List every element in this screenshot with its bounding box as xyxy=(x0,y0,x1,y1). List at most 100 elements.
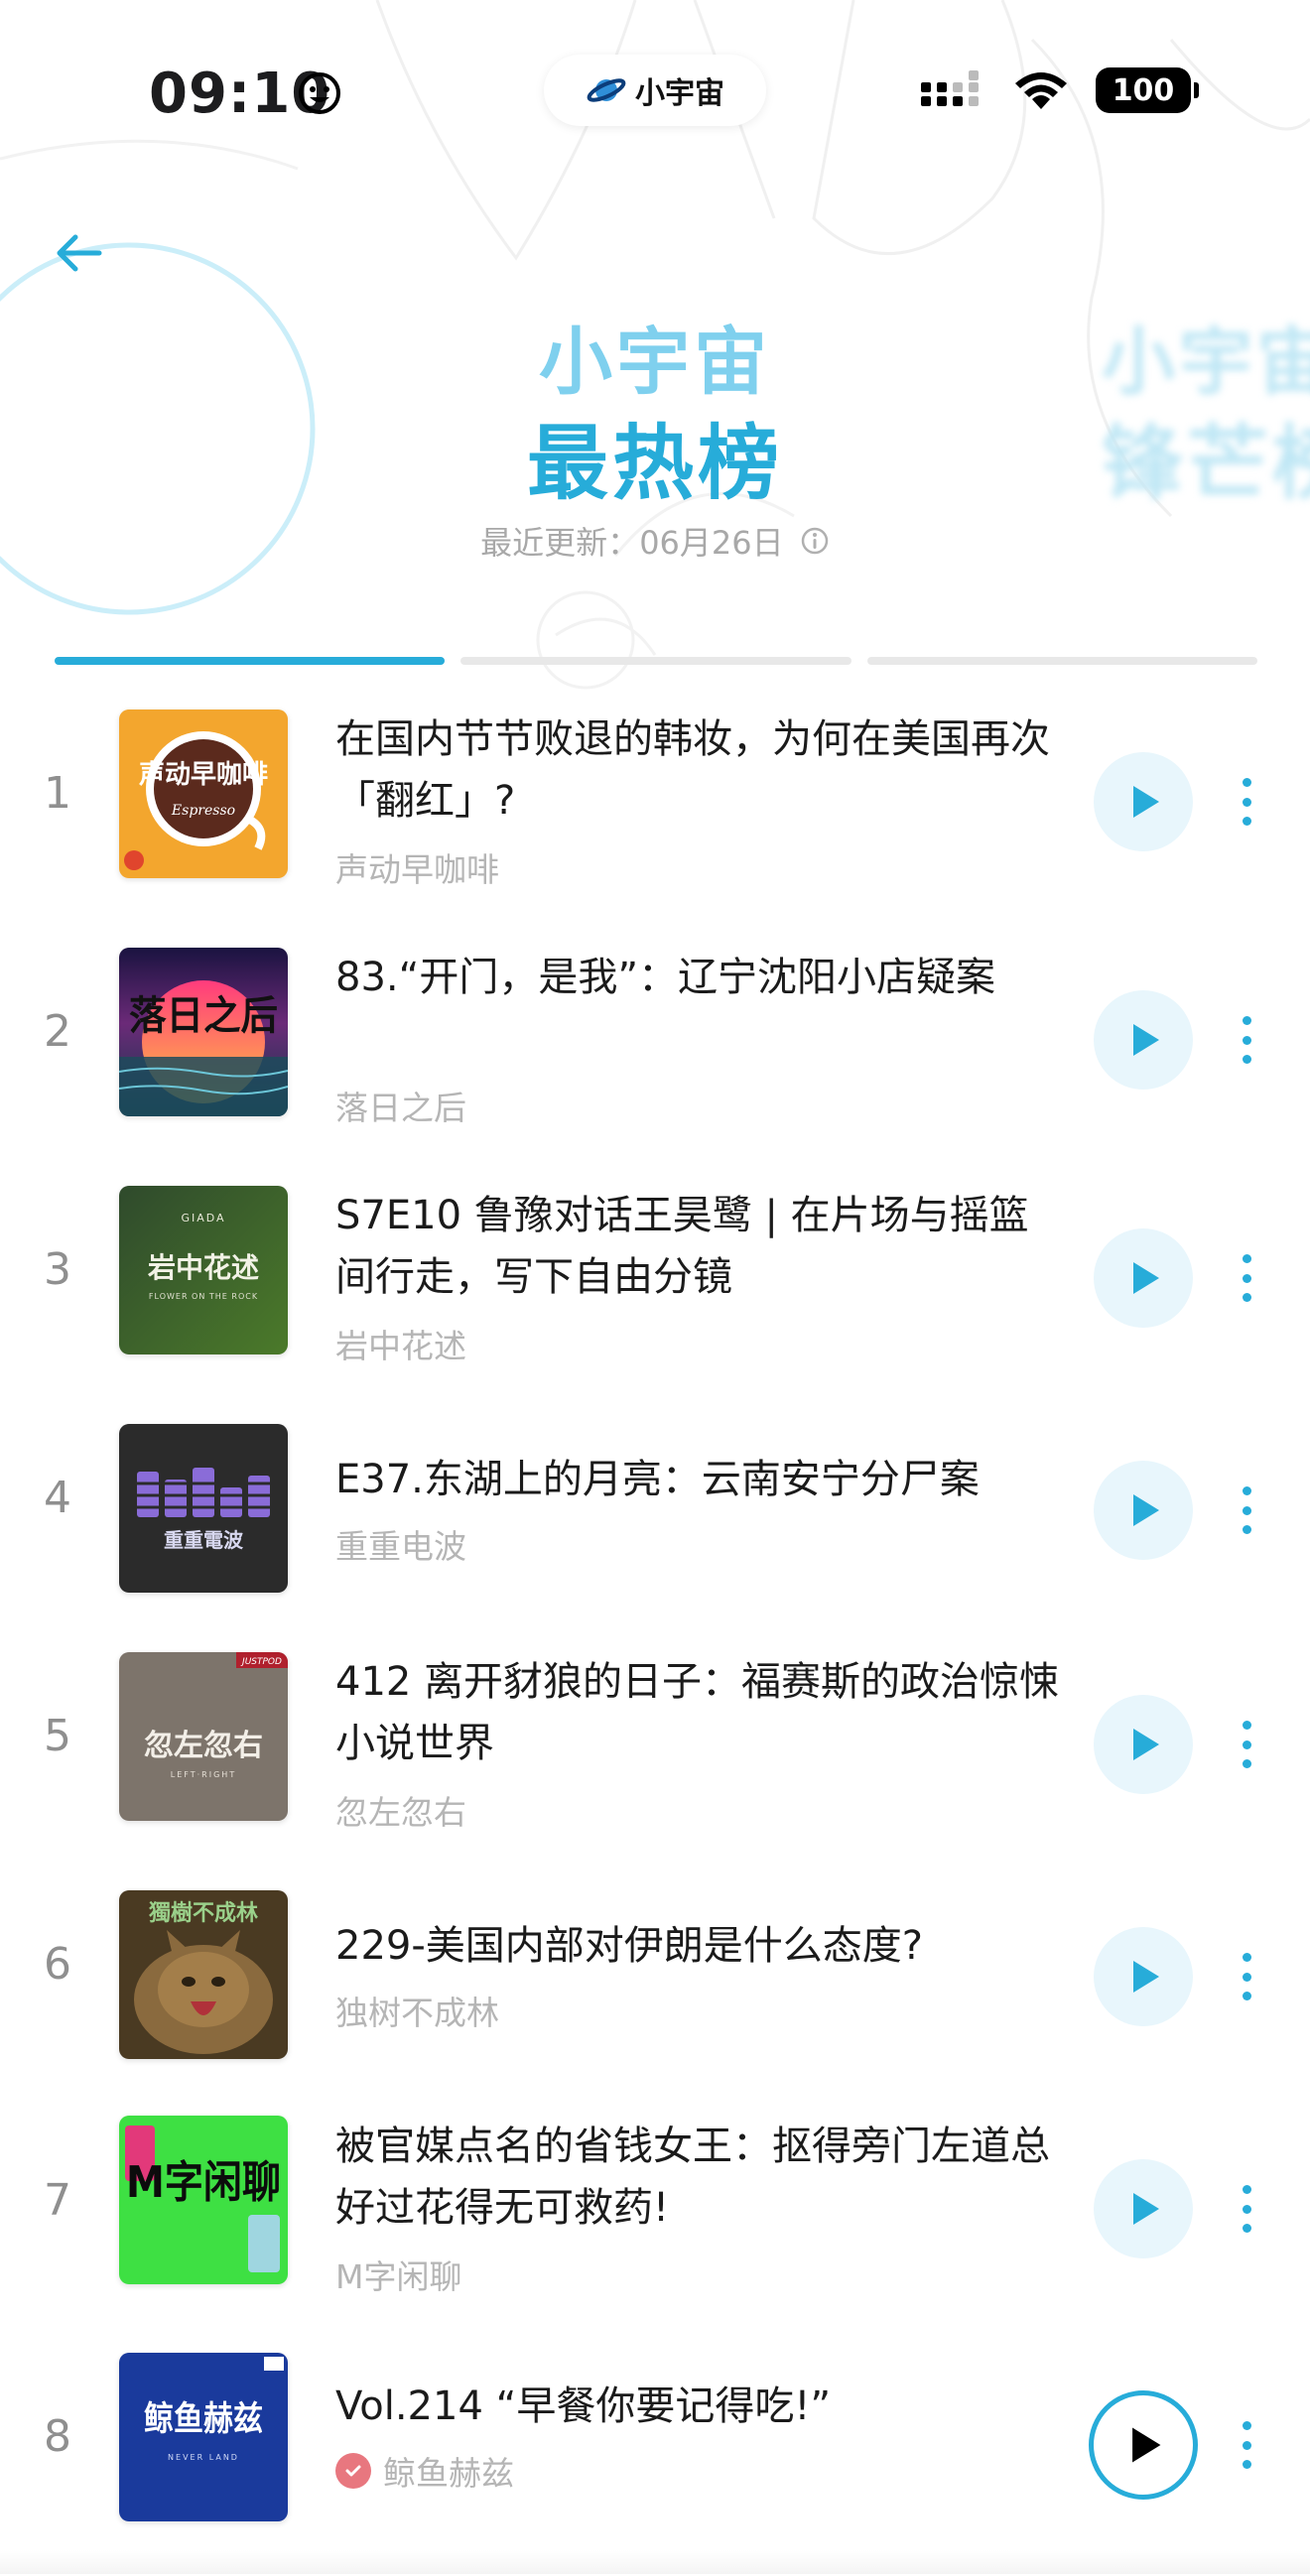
episode-title[interactable]: E37.东湖上的月亮：云南安宁分尸案 xyxy=(335,1449,1060,1510)
episode-title[interactable]: S7E10 鲁豫对话王昊鹭 | 在片场与摇篮间行走，写下自由分镜 xyxy=(335,1185,1060,1308)
podcast-cover[interactable]: GIADA 岩中花述 FLOWER ON THE ROCK xyxy=(119,1186,288,1354)
update-info: 最近更新：06月26日 xyxy=(0,518,1310,564)
episode-title[interactable]: 229-美国内部对伊朗是什么态度? xyxy=(335,1915,1060,1977)
podcast-name-text[interactable]: M字闲聊 xyxy=(335,2251,461,2298)
info-icon[interactable] xyxy=(800,526,830,556)
cover-text: 忽左忽右 xyxy=(144,1729,263,1763)
rank-number: 3 xyxy=(44,1244,71,1295)
list-item[interactable]: 1 声动早咖啡 Espresso 在国内节节败退的韩妆，为何在美国再次「翻红」?… xyxy=(0,695,1310,933)
play-button[interactable] xyxy=(1094,752,1193,851)
podcast-name-text[interactable]: 鲸鱼赫兹 xyxy=(383,2447,514,2495)
cover-text: 獨樹不成林 xyxy=(148,1900,258,1926)
cover-badge: JUSTPOD xyxy=(240,1657,282,1667)
play-icon xyxy=(1133,1961,1159,1993)
more-options-button[interactable] xyxy=(1229,1010,1264,1070)
list-item[interactable]: 5 JUSTPOD 忽左忽右 LEFT·RIGHT 412 离开豺狼的日子：福赛… xyxy=(0,1637,1310,1875)
play-icon xyxy=(1132,2427,1161,2463)
podcast-cover[interactable]: M字闲聊 xyxy=(119,2116,288,2284)
play-button[interactable] xyxy=(1094,1927,1193,2026)
play-icon xyxy=(1133,2193,1159,2225)
rank-number: 5 xyxy=(44,1711,71,1761)
more-options-button[interactable] xyxy=(1229,2179,1264,2239)
play-button[interactable] xyxy=(1094,1461,1193,1560)
smiley-icon xyxy=(299,72,340,114)
cover-subtext: LEFT·RIGHT xyxy=(171,1770,236,1779)
cover-subtext: FLOWER ON THE ROCK xyxy=(149,1292,258,1301)
play-icon xyxy=(1133,1729,1159,1760)
more-options-button[interactable] xyxy=(1229,1715,1264,1774)
podcast-name[interactable]: 重重电波 xyxy=(335,1520,466,1568)
podcast-cover[interactable]: JUSTPOD 忽左忽右 LEFT·RIGHT xyxy=(119,1652,288,1821)
podcast-name-text[interactable]: 独树不成林 xyxy=(335,1987,499,2034)
more-options-button[interactable] xyxy=(1229,772,1264,832)
podcast-name[interactable]: M字闲聊 xyxy=(335,2251,461,2298)
play-button[interactable] xyxy=(1094,1695,1193,1794)
tab-rising[interactable] xyxy=(460,657,852,665)
list-item[interactable]: 3 GIADA 岩中花述 FLOWER ON THE ROCK S7E10 鲁豫… xyxy=(0,1171,1310,1409)
podcast-name-text[interactable]: 声动早咖啡 xyxy=(335,843,499,891)
play-button[interactable] xyxy=(1094,990,1193,1090)
episode-title[interactable]: 被官媒点名的省钱女王：抠得旁门左道总好过花得无可救药! xyxy=(335,2116,1060,2239)
podcast-name[interactable]: 落日之后 xyxy=(335,1082,466,1129)
podcast-name-text[interactable]: 重重电波 xyxy=(335,1520,466,1568)
list-item[interactable]: 2 落日之后 83.“开门，是我”：辽宁沈阳小店疑案 落日之后 xyxy=(0,933,1310,1171)
planet-icon xyxy=(587,78,626,102)
cover-text: 声动早咖啡 xyxy=(139,760,268,790)
podcast-name[interactable]: 忽左忽右 xyxy=(335,1786,466,1834)
tab-new[interactable] xyxy=(866,657,1257,665)
next-chart-title[interactable]: 锋芒榜 xyxy=(1102,397,1310,515)
cover-text: 岩中花述 xyxy=(147,1251,259,1284)
podcast-cover[interactable]: 声动早咖啡 Espresso xyxy=(119,709,288,878)
tab-hottest[interactable] xyxy=(55,657,446,665)
episode-title[interactable]: 412 离开豺狼的日子：福赛斯的政治惊悚小说世界 xyxy=(335,1651,1060,1774)
episode-title[interactable]: 在国内节节败退的韩妆，为何在美国再次「翻红」? xyxy=(335,708,1060,832)
app-pill: 小宇宙 xyxy=(544,55,766,126)
podcast-cover[interactable]: 鲸鱼赫兹 NEVER LAND xyxy=(119,2353,288,2521)
list-item[interactable]: 6 獨樹不成林 229-美国内部对伊朗是什么态度? 独树不成林 xyxy=(0,1875,1310,2102)
app-pill-label: 小宇宙 xyxy=(635,76,724,111)
more-options-button[interactable] xyxy=(1229,1248,1264,1308)
cover-subtext: Espresso xyxy=(171,803,235,819)
update-date: 06月26日 xyxy=(639,524,784,562)
status-indicators: 100 xyxy=(921,67,1199,113)
more-options-button[interactable] xyxy=(1229,2415,1264,2475)
podcast-name[interactable]: 鲸鱼赫兹 xyxy=(335,2447,514,2495)
cover-text: M字闲聊 xyxy=(126,2157,281,2208)
rank-number: 6 xyxy=(44,1939,71,1990)
chart-tabs xyxy=(55,657,1257,665)
more-options-button[interactable] xyxy=(1229,1481,1264,1540)
cover-subtext: NEVER LAND xyxy=(168,2453,239,2462)
play-button-active[interactable] xyxy=(1089,2390,1198,2500)
list-item[interactable]: 7 M字闲聊 被官媒点名的省钱女王：抠得旁门左道总好过花得无可救药! M字闲聊 xyxy=(0,2102,1310,2338)
podcast-cover[interactable]: 獨樹不成林 xyxy=(119,1890,288,2059)
play-icon xyxy=(1133,786,1159,818)
cover-top-text: GIADA xyxy=(181,1212,225,1224)
list-item[interactable]: 4 重重電波 E37.东湖上的月亮：云南安宁分尸案 重重电波 xyxy=(0,1409,1310,1637)
signal-icon xyxy=(921,70,979,106)
cover-text: 鲸鱼赫兹 xyxy=(144,2399,263,2439)
podcast-cover[interactable]: 重重電波 xyxy=(119,1424,288,1593)
podcast-name-text[interactable]: 岩中花述 xyxy=(335,1320,466,1367)
verified-badge-icon xyxy=(335,2453,371,2489)
list-item[interactable]: 8 鲸鱼赫兹 NEVER LAND Vol.214 “早餐你要记得吃!” 鲸鱼赫… xyxy=(0,2338,1310,2576)
play-icon xyxy=(1133,1262,1159,1294)
play-icon xyxy=(1133,1024,1159,1056)
play-button[interactable] xyxy=(1094,1228,1193,1328)
episode-title[interactable]: Vol.214 “早餐你要记得吃!” xyxy=(335,2376,1060,2437)
podcast-name-text[interactable]: 落日之后 xyxy=(335,1082,466,1129)
podcast-name[interactable]: 独树不成林 xyxy=(335,1987,499,2034)
podcast-name[interactable]: 岩中花述 xyxy=(335,1320,466,1367)
next-chart-title-brand[interactable]: 小宇宙 xyxy=(1102,303,1310,409)
podcast-name[interactable]: 声动早咖啡 xyxy=(335,843,499,891)
play-button[interactable] xyxy=(1094,2159,1193,2258)
rank-number: 2 xyxy=(44,1006,71,1057)
rank-number: 8 xyxy=(44,2411,71,2462)
bottom-fade xyxy=(0,2550,1310,2574)
podcast-name-text[interactable]: 忽左忽右 xyxy=(335,1786,466,1834)
podcast-cover[interactable]: 落日之后 xyxy=(119,948,288,1116)
episode-title[interactable]: 83.“开门，是我”：辽宁沈阳小店疑案 xyxy=(335,947,1060,1008)
rank-number: 7 xyxy=(44,2175,71,2226)
back-arrow-icon[interactable] xyxy=(50,223,109,283)
rank-number: 1 xyxy=(44,768,71,819)
more-options-button[interactable] xyxy=(1229,1947,1264,2006)
